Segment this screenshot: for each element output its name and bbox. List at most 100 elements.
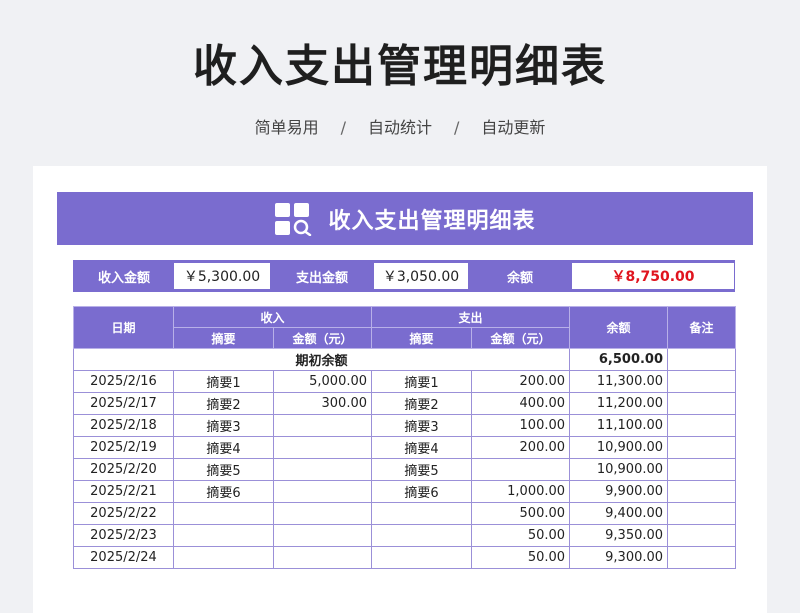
date-cell[interactable]: 2025/2/20: [73, 458, 174, 481]
income-amount-cell[interactable]: 300.00: [272, 392, 373, 415]
subtitle-separator: /: [454, 118, 460, 137]
expense-amount-cell[interactable]: 200.00: [471, 436, 571, 459]
expense-amount-cell[interactable]: 200.00: [471, 370, 571, 393]
opening-balance-value[interactable]: 6,500.00: [569, 348, 669, 371]
header-income: 收入: [172, 306, 373, 328]
date-cell[interactable]: 2025/2/24: [73, 546, 174, 569]
sheet-header: 收入支出管理明细表: [57, 192, 753, 245]
table-row: 2025/2/19 摘要4 摘要4 200.00 10,900.00: [73, 436, 737, 459]
subtitle-item-auto-stats: 自动统计: [367, 118, 432, 137]
date-cell[interactable]: 2025/2/19: [73, 436, 174, 459]
balance-cell[interactable]: 10,900.00: [569, 436, 669, 459]
header-expense-summary: 摘要: [371, 327, 473, 349]
expense-summary-cell[interactable]: [371, 546, 473, 569]
expense-total-label: 支出金额: [295, 270, 348, 286]
table-row: 2025/2/22 500.00 9,400.00: [73, 502, 737, 525]
balance-cell[interactable]: 11,300.00: [569, 370, 669, 393]
income-amount-cell[interactable]: [272, 546, 373, 569]
income-total-label: 收入金额: [97, 270, 150, 286]
balance-cell[interactable]: 9,400.00: [569, 502, 669, 525]
table-row: 2025/2/23 50.00 9,350.00: [73, 524, 737, 547]
opening-balance-label[interactable]: 期初余额: [72, 348, 571, 371]
balance-total-label: 余额: [506, 270, 533, 286]
income-amount-cell[interactable]: [272, 480, 373, 503]
balance-cell[interactable]: 9,900.00: [569, 480, 669, 503]
spreadsheet-card: 收入支出管理明细表 收入金额 ￥5,300.00 支出金额 ￥3,050.00 …: [33, 166, 767, 613]
income-summary-cell[interactable]: 摘要5: [173, 458, 274, 481]
header-expense: 支出: [371, 306, 571, 328]
expense-amount-cell[interactable]: 50.00: [471, 546, 571, 569]
income-amount-cell[interactable]: [272, 414, 373, 437]
header-expense-amount: 金额（元）: [471, 327, 571, 349]
expense-amount-cell[interactable]: 500.00: [471, 502, 571, 525]
expense-amount-cell[interactable]: 50.00: [471, 524, 571, 547]
balance-cell[interactable]: 10,900.00: [569, 458, 669, 481]
income-summary-cell[interactable]: 摘要1: [173, 370, 274, 393]
note-cell[interactable]: [667, 392, 737, 415]
note-cell[interactable]: [667, 480, 737, 503]
summary-bar: 收入金额 ￥5,300.00 支出金额 ￥3,050.00 余额 ￥8,750.…: [73, 260, 735, 292]
table-row: 2025/2/20 摘要5 摘要5 10,900.00: [73, 458, 737, 481]
note-cell[interactable]: [667, 370, 737, 393]
income-summary-cell[interactable]: [173, 546, 274, 569]
opening-note-cell[interactable]: [667, 348, 737, 371]
header-balance: 余额: [569, 306, 669, 349]
subtitle-item-auto-update: 自动更新: [481, 118, 546, 137]
expense-summary-cell[interactable]: 摘要3: [371, 414, 473, 437]
expense-total-value[interactable]: ￥3,050.00: [374, 263, 468, 289]
balance-cell[interactable]: 11,100.00: [569, 414, 669, 437]
income-amount-cell[interactable]: [272, 436, 373, 459]
income-summary-cell[interactable]: 摘要4: [173, 436, 274, 459]
note-cell[interactable]: [667, 524, 737, 547]
note-cell[interactable]: [667, 414, 737, 437]
expense-summary-cell[interactable]: 摘要1: [371, 370, 473, 393]
expense-summary-cell[interactable]: 摘要6: [371, 480, 473, 503]
balance-cell[interactable]: 11,200.00: [569, 392, 669, 415]
subtitle: 简单易用 / 自动统计 / 自动更新: [0, 114, 800, 138]
date-cell[interactable]: 2025/2/22: [73, 502, 174, 525]
table-row: 2025/2/16 摘要1 5,000.00 摘要1 200.00 11,300…: [73, 370, 737, 393]
table-row: 2025/2/24 50.00 9,300.00: [73, 546, 737, 569]
date-cell[interactable]: 2025/2/21: [73, 480, 174, 503]
expense-amount-cell[interactable]: 100.00: [471, 414, 571, 437]
income-summary-cell[interactable]: 摘要6: [173, 480, 274, 503]
income-summary-cell[interactable]: 摘要3: [173, 414, 274, 437]
subtitle-item-easy: 简单易用: [254, 118, 319, 137]
ledger-table: 日期 收入 支出 余额 备注 摘要 金额（元） 摘要 金额（元） 期初余额 6,…: [72, 306, 737, 569]
opening-balance-row: 期初余额 6,500.00: [72, 348, 737, 371]
date-cell[interactable]: 2025/2/17: [73, 392, 174, 415]
note-cell[interactable]: [667, 546, 737, 569]
sheet-title: 收入支出管理明细表: [328, 208, 536, 234]
expense-amount-cell[interactable]: [471, 458, 571, 481]
header-date: 日期: [73, 306, 174, 349]
table-row: 2025/2/18 摘要3 摘要3 100.00 11,100.00: [73, 414, 737, 437]
income-amount-cell[interactable]: [272, 524, 373, 547]
note-cell[interactable]: [667, 436, 737, 459]
expense-amount-cell[interactable]: 400.00: [471, 392, 571, 415]
balance-total-value[interactable]: ￥8,750.00: [572, 263, 734, 289]
page-title: 收入支出管理明细表: [193, 41, 607, 92]
expense-summary-cell[interactable]: [371, 502, 473, 525]
expense-amount-cell[interactable]: 1,000.00: [471, 480, 571, 503]
expense-summary-cell[interactable]: 摘要2: [371, 392, 473, 415]
income-total-value[interactable]: ￥5,300.00: [174, 263, 270, 289]
expense-summary-cell[interactable]: [371, 524, 473, 547]
income-amount-cell[interactable]: 5,000.00: [272, 370, 373, 393]
note-cell[interactable]: [667, 502, 737, 525]
dashboard-search-icon: [275, 202, 312, 236]
income-summary-cell[interactable]: 摘要2: [173, 392, 274, 415]
date-cell[interactable]: 2025/2/23: [73, 524, 174, 547]
income-amount-cell[interactable]: [272, 502, 373, 525]
date-cell[interactable]: 2025/2/18: [73, 414, 174, 437]
date-cell[interactable]: 2025/2/16: [73, 370, 174, 393]
income-summary-cell[interactable]: [173, 524, 274, 547]
table-row: 2025/2/17 摘要2 300.00 摘要2 400.00 11,200.0…: [73, 392, 737, 415]
income-amount-cell[interactable]: [272, 458, 373, 481]
income-summary-cell[interactable]: [173, 502, 274, 525]
table-row: 2025/2/21 摘要6 摘要6 1,000.00 9,900.00: [73, 480, 737, 503]
balance-cell[interactable]: 9,300.00: [569, 546, 669, 569]
expense-summary-cell[interactable]: 摘要5: [371, 458, 473, 481]
note-cell[interactable]: [667, 458, 737, 481]
balance-cell[interactable]: 9,350.00: [569, 524, 669, 547]
expense-summary-cell[interactable]: 摘要4: [371, 436, 473, 459]
